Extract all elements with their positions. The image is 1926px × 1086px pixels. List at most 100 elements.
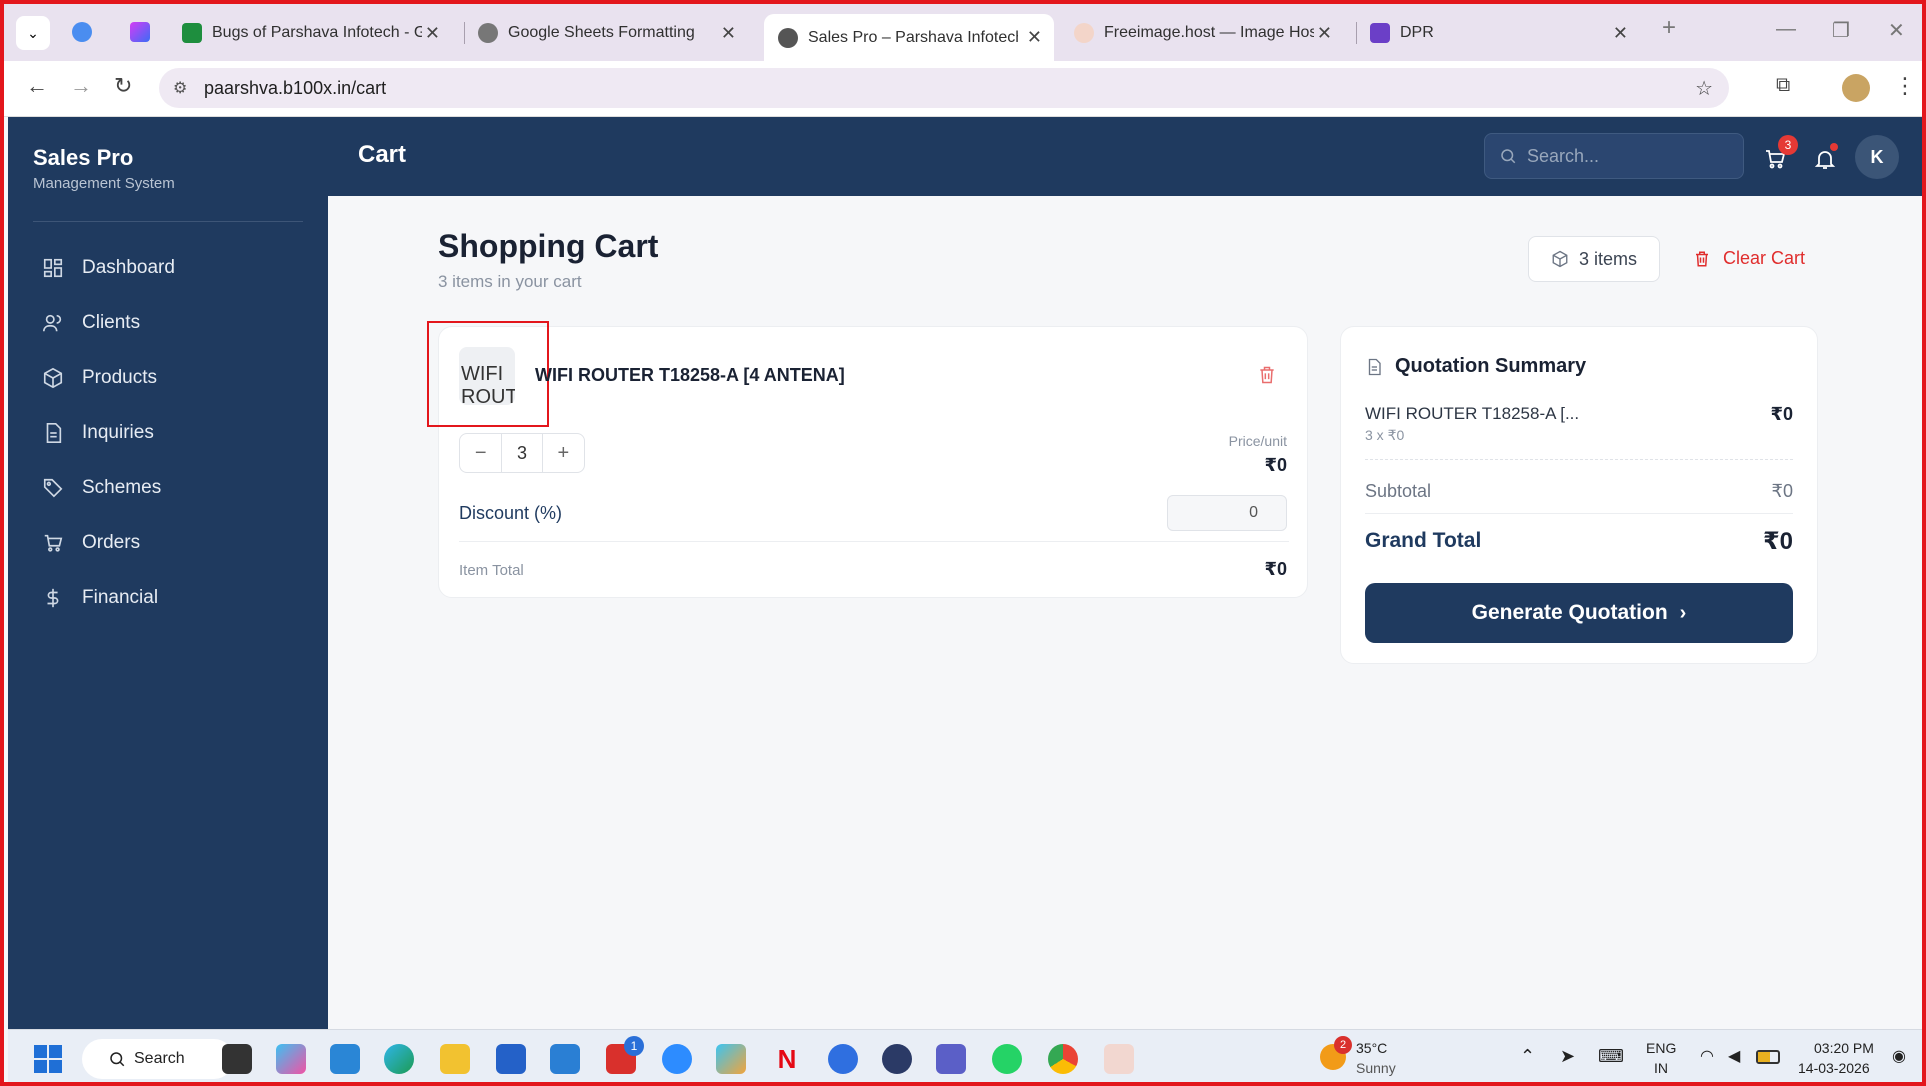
site-info-icon[interactable]: ⚙	[173, 78, 187, 98]
m365-icon[interactable]	[716, 1044, 746, 1074]
back-icon[interactable]: ←	[26, 73, 48, 99]
windows-taskbar: Search 1 N 2 35°C Sunny ⌃ ➤ ⌨ ENG IN ◠ ◀…	[8, 1029, 1922, 1082]
sidebar-item-schemes[interactable]: Schemes	[42, 477, 161, 499]
restore-button[interactable]: ❐	[1832, 18, 1850, 43]
annotation-highlight-box	[427, 321, 549, 427]
chrome-icon[interactable]	[1048, 1044, 1078, 1074]
taskbar-search[interactable]: Search	[82, 1039, 234, 1079]
cart-heading: Shopping Cart	[438, 228, 659, 264]
close-icon[interactable]: ✕	[721, 23, 736, 44]
tab-dpr[interactable]: DPR ✕	[1370, 14, 1640, 52]
language-code[interactable]: ENG	[1646, 1040, 1676, 1056]
sidebar-item-financial[interactable]: Financial	[42, 587, 158, 609]
battery-icon[interactable]	[1756, 1050, 1780, 1064]
quantity-value[interactable]: 3	[501, 433, 543, 473]
task-view-icon[interactable]	[222, 1044, 252, 1074]
brand-name: Sales Pro	[33, 145, 134, 170]
whatsapp-icon[interactable]	[992, 1044, 1022, 1074]
sidebar-divider	[33, 221, 303, 222]
price-unit-value: ₹0	[1264, 455, 1287, 475]
users-icon	[43, 314, 62, 332]
language-region[interactable]: IN	[1654, 1060, 1668, 1076]
sidebar-item-orders[interactable]: Orders	[42, 532, 140, 554]
forward-icon[interactable]: →	[70, 73, 92, 99]
price-unit-label: Price/unit	[1228, 433, 1287, 449]
bookmark-star-icon[interactable]: ☆	[1695, 76, 1713, 101]
sales-pro-app: Cart Search... 3 K Sales Pro Management …	[8, 117, 1922, 1029]
extensions-icon[interactable]: ⧉	[1776, 74, 1790, 97]
app-store-icon[interactable]	[828, 1044, 858, 1074]
location-icon[interactable]: ➤	[1560, 1046, 1575, 1067]
grand-total-value: ₹0	[1762, 528, 1793, 555]
tab-freeimage[interactable]: Freeimage.host — Image Hosti ✕	[1074, 14, 1344, 52]
pinned-tab-icon[interactable]	[130, 22, 150, 42]
increment-button[interactable]: +	[543, 442, 584, 465]
cart-icon	[44, 534, 63, 552]
minimize-button[interactable]: —	[1776, 18, 1796, 41]
notification-center-icon[interactable]: ◉	[1892, 1046, 1906, 1066]
sidebar-item-inquiries[interactable]: Inquiries	[42, 422, 154, 444]
keyboard-icon[interactable]: ⌨	[1598, 1046, 1624, 1067]
sidebar-item-dashboard[interactable]: Dashboard	[42, 257, 175, 279]
teams-icon[interactable]	[936, 1044, 966, 1074]
zoom-icon[interactable]	[662, 1044, 692, 1074]
divider	[1365, 513, 1793, 514]
close-icon[interactable]: ✕	[425, 23, 440, 44]
discount-input[interactable]: 0	[1167, 495, 1287, 531]
file-explorer-icon[interactable]	[440, 1044, 470, 1074]
freeimage-icon	[1074, 23, 1094, 43]
user-avatar[interactable]: K	[1855, 135, 1899, 179]
generate-quotation-button[interactable]: Generate Quotation ›	[1365, 583, 1793, 643]
subtotal-value: ₹0	[1771, 481, 1793, 501]
snipping-tool-icon[interactable]	[1104, 1044, 1134, 1074]
chevron-up-icon[interactable]: ⌃	[1520, 1046, 1535, 1067]
new-tab-button[interactable]: +	[1662, 14, 1676, 42]
tab-sheets-formatting[interactable]: Google Sheets Formatting ✕	[478, 14, 748, 52]
close-icon[interactable]: ✕	[1613, 23, 1628, 44]
outlook-icon[interactable]	[550, 1044, 580, 1074]
tab-sales-pro[interactable]: Sales Pro – Parshava Infotech ✕	[764, 14, 1054, 61]
sheets-icon	[182, 23, 202, 43]
start-button[interactable]	[34, 1045, 62, 1073]
tab-bugs[interactable]: Bugs of Parshava Infotech - Goo ✕	[182, 14, 452, 52]
extension-tab-icon[interactable]	[72, 22, 92, 42]
store-icon[interactable]	[496, 1044, 526, 1074]
weather-badge: 2	[1334, 1036, 1352, 1054]
close-icon[interactable]: ✕	[1027, 27, 1042, 48]
notification-badge: 1	[624, 1036, 644, 1056]
reload-icon[interactable]: ↻	[114, 73, 132, 99]
weather-temp: 35°C	[1356, 1040, 1388, 1056]
weather-desc: Sunny	[1356, 1060, 1396, 1076]
sidebar-item-clients[interactable]: Clients	[42, 312, 140, 334]
screen: ⌄ Bugs of Parshava Infotech - Goo ✕ Goog…	[0, 0, 1926, 1086]
discount-label: Discount (%)	[459, 503, 563, 523]
notification-dot	[1830, 143, 1838, 151]
address-bar[interactable]: ⚙ paarshva.b100x.in/cart ☆	[159, 68, 1729, 108]
vscode-icon[interactable]	[330, 1044, 360, 1074]
eclipse-icon[interactable]	[882, 1044, 912, 1074]
netflix-icon[interactable]: N	[772, 1044, 802, 1074]
brand-tagline: Management System	[33, 175, 175, 192]
wifi-icon[interactable]: ◠	[1700, 1046, 1714, 1066]
items-count-pill: 3 items	[1528, 236, 1660, 282]
clear-cart-button[interactable]: Clear Cart	[1693, 248, 1805, 269]
copilot-icon[interactable]	[276, 1044, 306, 1074]
edge-icon[interactable]	[384, 1044, 414, 1074]
browser-toolbar: ← → ↻ ⚙ paarshva.b100x.in/cart ☆ ⧉ ⋮	[4, 61, 1922, 117]
menu-kebab-icon[interactable]: ⋮	[1894, 73, 1916, 99]
item-total-value: ₹0	[1264, 559, 1287, 579]
tab-search-button[interactable]: ⌄	[16, 16, 50, 50]
volume-icon[interactable]: ◀	[1728, 1046, 1740, 1066]
remove-item-icon[interactable]	[1257, 365, 1277, 385]
window-close-button[interactable]: ✕	[1888, 18, 1905, 43]
clock-time[interactable]: 03:20 PM	[1814, 1040, 1874, 1056]
trash-icon	[1696, 251, 1708, 266]
product-name: WIFI ROUTER T18258-A [4 ANTENA]	[535, 365, 845, 385]
decrement-button[interactable]: −	[460, 442, 501, 465]
brand: Sales Pro Management System	[33, 145, 175, 192]
profile-avatar[interactable]	[1842, 74, 1870, 102]
search-input[interactable]: Search...	[1484, 133, 1744, 179]
sidebar-item-products[interactable]: Products	[42, 367, 157, 389]
close-icon[interactable]: ✕	[1317, 23, 1332, 44]
clock-date[interactable]: 14-03-2026	[1798, 1060, 1870, 1076]
